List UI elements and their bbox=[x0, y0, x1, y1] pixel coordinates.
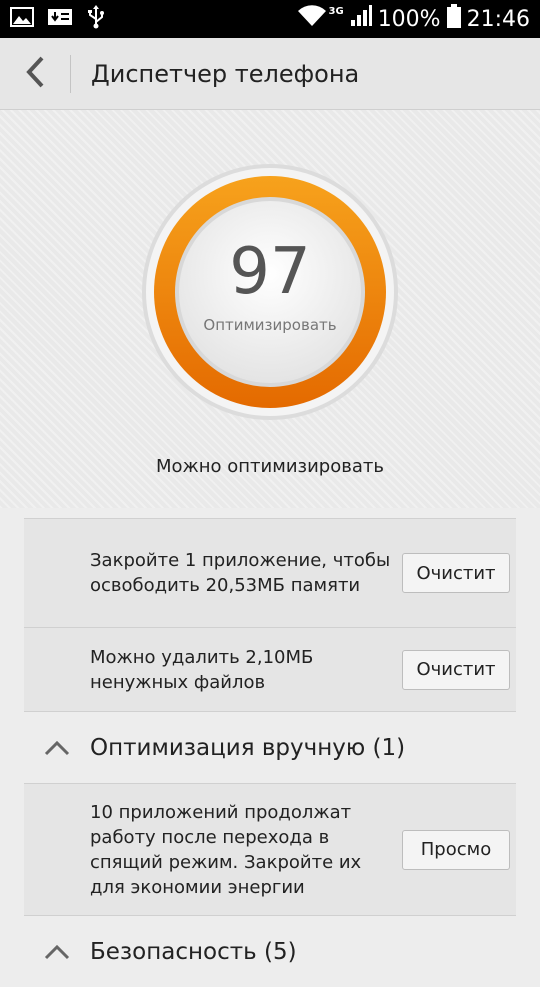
list-item-text: Можно удалить 2,10МБ ненужных файлов bbox=[90, 646, 314, 693]
score-panel: 97 Оптимизировать Можно оптимизировать bbox=[0, 110, 540, 508]
usb-icon bbox=[86, 5, 106, 33]
header-divider bbox=[70, 54, 71, 93]
signal-icon bbox=[350, 5, 372, 33]
section-header-manual[interactable]: Оптимизация вручную (1) bbox=[24, 711, 516, 783]
list-item: 10 приложений продолжат работу после пер… bbox=[24, 783, 516, 915]
download-icon bbox=[48, 7, 72, 31]
score-status-text: Можно оптимизировать bbox=[156, 456, 384, 477]
status-bar: 3G 100% 21:46 bbox=[0, 0, 540, 38]
list-item: Закройте 1 приложение, чтобы освободить … bbox=[24, 518, 516, 627]
back-button[interactable] bbox=[0, 38, 70, 110]
optimize-label: Оптимизировать bbox=[203, 316, 337, 334]
wifi-icon bbox=[297, 5, 327, 33]
clean-memory-button[interactable]: Очистит bbox=[402, 553, 510, 593]
battery-icon bbox=[446, 4, 461, 34]
section-title: Безопасность (5) bbox=[90, 938, 297, 965]
back-arrow-icon bbox=[24, 55, 46, 93]
app-header: Диспетчер телефона bbox=[0, 38, 540, 110]
network-type: 3G bbox=[328, 5, 344, 17]
chevron-up-icon bbox=[24, 740, 90, 756]
picture-icon bbox=[10, 7, 34, 31]
chevron-up-icon bbox=[24, 944, 90, 960]
suggestions-list: Закройте 1 приложение, чтобы освободить … bbox=[24, 518, 516, 987]
list-item-text: 10 приложений продолжат работу после пер… bbox=[90, 801, 362, 898]
page-title: Диспетчер телефона bbox=[91, 59, 360, 88]
battery-percent: 100% bbox=[377, 6, 441, 32]
score-value: 97 bbox=[229, 235, 311, 309]
view-apps-button[interactable]: Просмо bbox=[402, 829, 510, 870]
clock: 21:46 bbox=[466, 6, 530, 32]
section-title: Оптимизация вручную (1) bbox=[90, 734, 406, 761]
section-header-security[interactable]: Безопасность (5) bbox=[24, 915, 516, 987]
list-item-text: Закройте 1 приложение, чтобы освободить … bbox=[90, 550, 391, 596]
list-item: Можно удалить 2,10МБ ненужных файлов Очи… bbox=[24, 627, 516, 711]
clean-junk-button[interactable]: Очистит bbox=[402, 649, 510, 690]
